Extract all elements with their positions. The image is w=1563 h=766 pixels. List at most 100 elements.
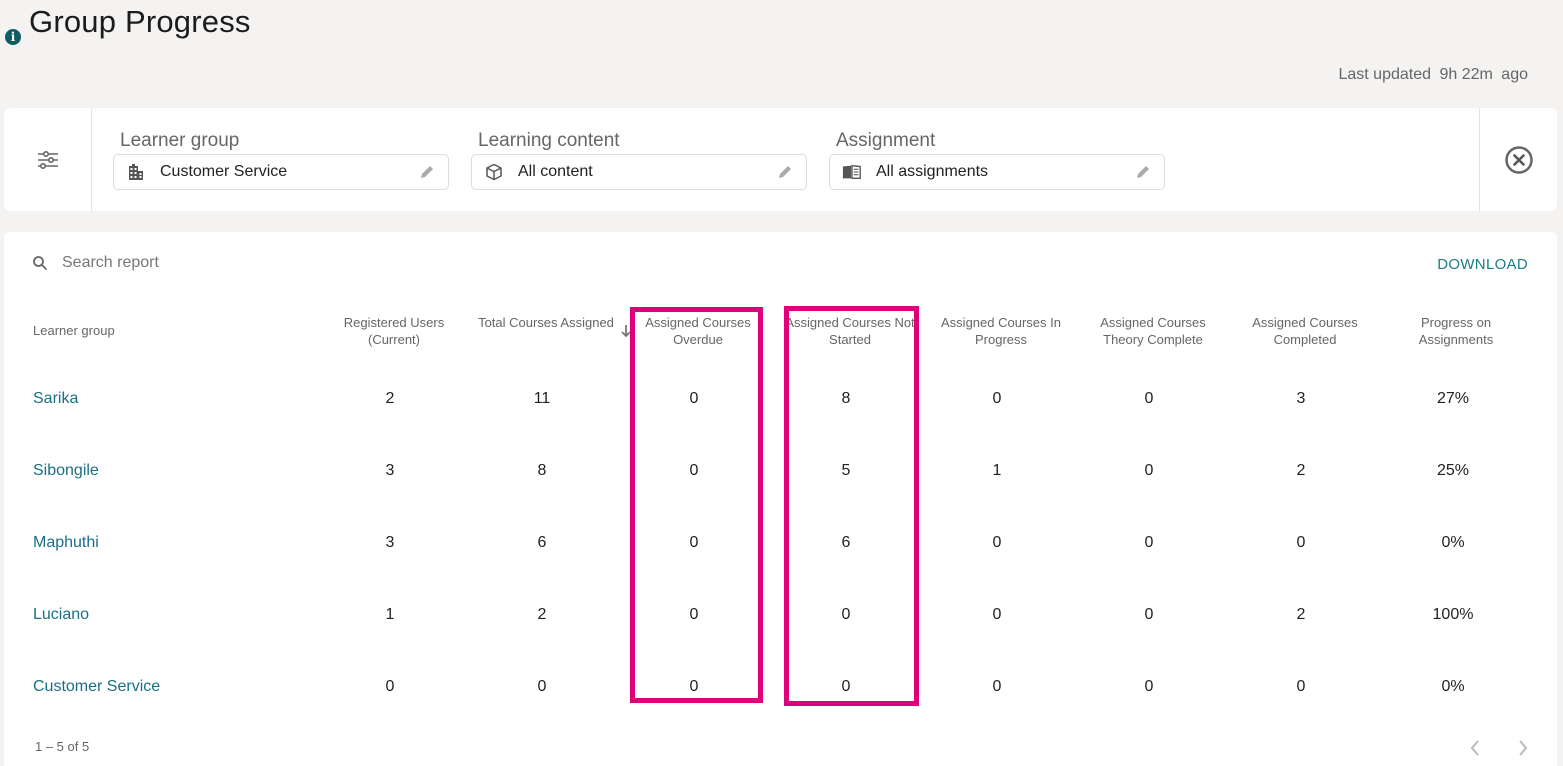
column-header-total-courses[interactable]: Total Courses Assigned	[476, 314, 616, 331]
table-row: Sibongile 3 8 0 5 1 0 2 25%	[4, 459, 1557, 483]
table-cell: 0	[1144, 462, 1154, 479]
table-cell: 100%	[1432, 606, 1474, 623]
download-button[interactable]: DOWNLOAD	[1437, 256, 1528, 273]
assignment-label: Assignment	[836, 130, 936, 151]
assignment-field[interactable]: All assignments	[829, 154, 1165, 190]
last-updated-label: Last updated	[1338, 66, 1432, 83]
learner-group-link[interactable]: Sibongile	[33, 459, 283, 483]
building-icon	[126, 162, 146, 182]
search-icon	[33, 256, 47, 270]
table-cell: 0	[1144, 678, 1154, 695]
page-title: Group Progress	[29, 4, 251, 39]
column-header-in-progress[interactable]: Assigned Courses In Progress	[931, 314, 1071, 348]
search-input[interactable]	[62, 254, 362, 272]
table-cell: 0	[689, 462, 699, 479]
pencil-icon[interactable]	[418, 163, 436, 181]
table-cell: 3	[385, 534, 395, 551]
column-header-completed[interactable]: Assigned Courses Completed	[1235, 314, 1375, 348]
table-cell: 0	[1296, 534, 1306, 551]
table-cell: 0%	[1441, 534, 1465, 551]
learner-group-link[interactable]: Luciano	[33, 603, 283, 627]
table-cell: 0	[1144, 390, 1154, 407]
learner-group-field[interactable]: Customer Service	[113, 154, 449, 190]
table-cell: 8	[841, 390, 851, 407]
table-cell: 0	[992, 534, 1002, 551]
learner-group-filter: Learner group Customer Service	[113, 128, 449, 190]
table-cell: 5	[841, 462, 851, 479]
learner-group-link[interactable]: Sarika	[33, 387, 283, 411]
learner-group-label: Learner group	[120, 130, 240, 151]
table-cell: 0	[992, 606, 1002, 623]
next-page-button[interactable]	[1514, 738, 1532, 758]
column-header-registered-users[interactable]: Registered Users (Current)	[324, 314, 464, 348]
pencil-icon[interactable]	[776, 163, 794, 181]
learning-content-filter: Learning content All content	[471, 128, 807, 190]
table-cell: 0	[1296, 678, 1306, 695]
table-cell: 11	[533, 390, 551, 407]
table-cell: 2	[1296, 462, 1306, 479]
assignment-filter: Assignment All assignments	[829, 128, 1165, 190]
last-updated-suffix: ago	[1501, 66, 1528, 83]
table-cell: 0	[992, 678, 1002, 695]
table-cell: 0	[689, 678, 699, 695]
table-cell: 0	[385, 678, 395, 695]
pagination-count: 1 – 5 of 5	[35, 739, 90, 754]
column-header-theory-complete[interactable]: Assigned Courses Theory Complete	[1083, 314, 1223, 348]
highlight-overdue-column	[630, 307, 763, 703]
filter-settings-button[interactable]	[4, 108, 92, 211]
table-cell: 25%	[1436, 462, 1470, 479]
cube-icon	[484, 162, 504, 182]
last-updated: Last updated 9h 22m ago	[1334, 66, 1528, 84]
table-cell: 6	[537, 534, 547, 551]
assignment-value: All assignments	[876, 163, 989, 180]
table-row: Maphuthi 3 6 0 6 0 0 0 0%	[4, 531, 1557, 555]
previous-page-button[interactable]	[1466, 738, 1484, 758]
table-cell: 8	[537, 462, 547, 479]
table-cell: 27%	[1436, 390, 1470, 407]
table-cell: 2	[385, 390, 395, 407]
table-cell: 2	[537, 606, 547, 623]
table-cell: 0	[841, 678, 851, 695]
table-row: Customer Service 0 0 0 0 0 0 0 0%	[4, 675, 1557, 699]
search-box[interactable]	[32, 252, 362, 274]
learner-group-link[interactable]: Customer Service	[33, 675, 283, 699]
table-cell: 0%	[1441, 678, 1465, 695]
close-circle-icon	[1504, 145, 1533, 174]
filter-bar: Learner group Customer Service Learning …	[4, 108, 1557, 211]
table-cell: 1	[992, 462, 1002, 479]
book-icon	[842, 162, 862, 182]
learning-content-value: All content	[518, 163, 593, 180]
table-row: Luciano 1 2 0 0 0 0 2 100%	[4, 603, 1557, 627]
info-icon[interactable]: i	[5, 29, 21, 45]
last-updated-value: 9h 22m	[1439, 66, 1493, 83]
highlight-not-started-column	[784, 306, 919, 706]
table-cell: 3	[385, 462, 395, 479]
learner-group-link[interactable]: Maphuthi	[33, 531, 283, 555]
table-cell: 0	[992, 390, 1002, 407]
clear-filters-button[interactable]	[1479, 108, 1557, 211]
table-cell: 1	[385, 606, 395, 623]
table-cell: 0	[841, 606, 851, 623]
table-cell: 6	[841, 534, 851, 551]
sliders-icon	[37, 150, 58, 169]
table-cell: 0	[689, 534, 699, 551]
learning-content-field[interactable]: All content	[471, 154, 807, 190]
chevron-right-icon	[1519, 740, 1528, 756]
column-header-overdue[interactable]: Assigned Courses Overdue	[628, 314, 768, 348]
pencil-icon[interactable]	[1134, 163, 1152, 181]
chevron-left-icon	[1470, 740, 1479, 756]
table-row: Sarika 2 11 0 8 0 0 3 27%	[4, 387, 1557, 411]
table-cell: 0	[689, 606, 699, 623]
column-header-learner-group[interactable]: Learner group	[33, 322, 233, 339]
table-cell: 3	[1296, 390, 1306, 407]
learner-group-value: Customer Service	[160, 163, 288, 180]
table-cell: 0	[537, 678, 547, 695]
table-cell: 0	[689, 390, 699, 407]
table-cell: 0	[1144, 606, 1154, 623]
table-cell: 2	[1296, 606, 1306, 623]
column-header-not-started[interactable]: Assigned Courses Not Started	[780, 314, 920, 348]
column-header-progress[interactable]: Progress on Assignments	[1386, 314, 1526, 348]
report-card: DOWNLOAD Learner group Registered Users …	[4, 232, 1557, 766]
learning-content-label: Learning content	[478, 130, 620, 151]
table-cell: 0	[1144, 534, 1154, 551]
